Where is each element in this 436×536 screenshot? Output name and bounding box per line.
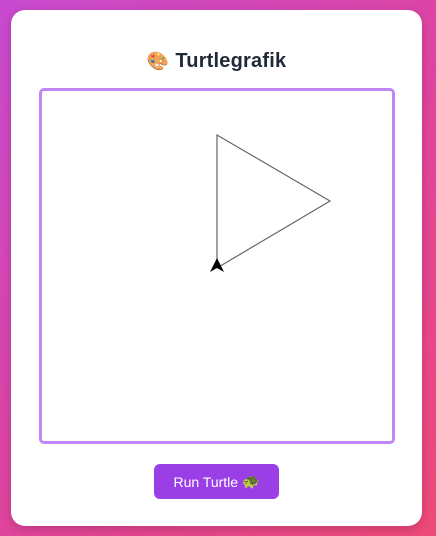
- run-turtle-label: Run Turtle: [173, 473, 239, 490]
- palette-icon: 🎨: [146, 51, 170, 71]
- turtle-icon: 🐢: [242, 473, 260, 489]
- drawing-surface: [210, 133, 332, 272]
- page-title: 🎨 Turtlegrafik: [11, 50, 422, 73]
- turtle-canvas[interactable]: [39, 88, 395, 444]
- turtle-path: [216, 133, 332, 269]
- page-title-text: Turtlegrafik: [175, 50, 287, 72]
- run-turtle-button[interactable]: Run Turtle 🐢: [154, 464, 279, 499]
- main-card: 🎨 Turtlegrafik Run Turtle 🐢: [11, 10, 422, 526]
